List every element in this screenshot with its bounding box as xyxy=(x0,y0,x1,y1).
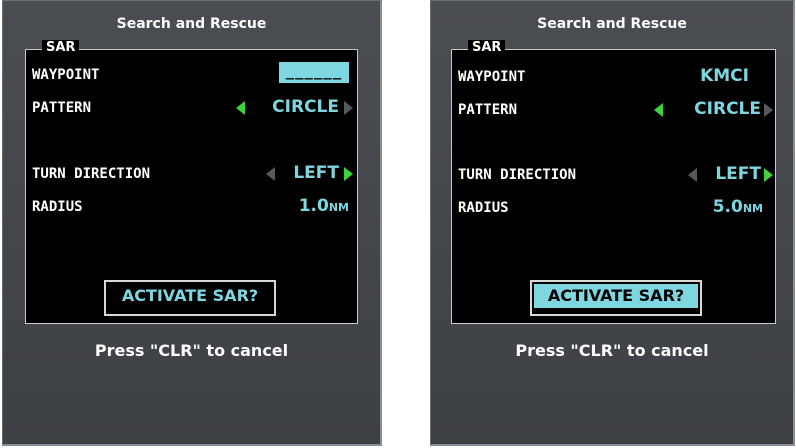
radius-unit: NM xyxy=(328,201,349,214)
pattern-left-arrow-icon[interactable] xyxy=(236,101,245,115)
turn-left-arrow-icon[interactable] xyxy=(688,168,697,182)
activate-sar-button[interactable]: ACTIVATE SAR? xyxy=(530,280,702,316)
activate-sar-label: ACTIVATE SAR? xyxy=(121,286,259,305)
sar-page-left: Search and Rescue SAR WAYPOINT ______ PA… xyxy=(2,0,382,446)
pattern-label: PATTERN xyxy=(458,102,518,118)
turn-left-arrow-icon[interactable] xyxy=(266,167,275,181)
radius-value[interactable]: 5.0NM xyxy=(713,197,763,217)
pattern-left-arrow-icon[interactable] xyxy=(654,103,663,117)
sar-page-right: Search and Rescue SAR WAYPOINT KMCI PATT… xyxy=(430,0,795,446)
activate-sar-label: ACTIVATE SAR? xyxy=(534,284,698,308)
page-title: Search and Rescue xyxy=(537,16,687,32)
sar-group-box: SAR WAYPOINT ______ PATTERN CIRCLE TURN … xyxy=(25,40,358,324)
turn-right-arrow-icon[interactable] xyxy=(344,167,353,181)
sar-group-box: SAR WAYPOINT KMCI PATTERN CIRCLE TURN DI… xyxy=(451,40,776,324)
turn-direction-value[interactable]: LEFT xyxy=(715,164,761,184)
waypoint-value[interactable]: KMCI xyxy=(700,66,749,86)
pattern-label: PATTERN xyxy=(32,100,92,116)
radius-number: 1.0 xyxy=(298,196,329,216)
turn-direction-value[interactable]: LEFT xyxy=(293,163,339,183)
turn-right-arrow-icon[interactable] xyxy=(764,168,773,182)
pattern-right-arrow-icon[interactable] xyxy=(344,101,353,115)
radius-label: RADIUS xyxy=(458,200,509,216)
radius-number: 5.0 xyxy=(712,197,743,217)
cancel-hint: Press "CLR" to cancel xyxy=(515,341,709,360)
turn-direction-label: TURN DIRECTION xyxy=(458,167,577,183)
page-title: Search and Rescue xyxy=(116,16,267,32)
radius-value[interactable]: 1.0NM xyxy=(299,196,349,216)
turn-direction-label: TURN DIRECTION xyxy=(32,166,151,182)
cancel-hint: Press "CLR" to cancel xyxy=(94,341,289,360)
pattern-value[interactable]: CIRCLE xyxy=(694,99,761,119)
radius-label: RADIUS xyxy=(32,199,83,215)
sar-group-label: SAR xyxy=(468,40,506,56)
sar-group-label: SAR xyxy=(42,40,80,56)
activate-sar-button[interactable]: ACTIVATE SAR? xyxy=(104,280,276,316)
waypoint-label: WAYPOINT xyxy=(32,67,100,83)
radius-unit: NM xyxy=(742,202,763,215)
pattern-value[interactable]: CIRCLE xyxy=(272,97,339,117)
pattern-right-arrow-icon[interactable] xyxy=(764,103,773,117)
waypoint-label: WAYPOINT xyxy=(458,69,526,85)
waypoint-field[interactable]: ______ xyxy=(279,62,349,83)
